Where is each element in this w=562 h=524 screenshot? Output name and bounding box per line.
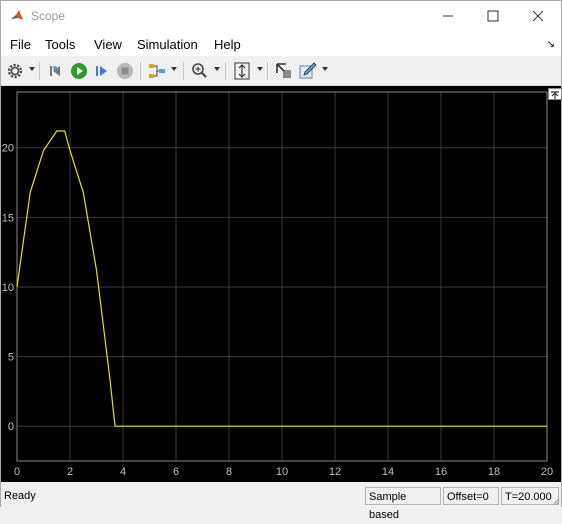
menu-tools[interactable]: Tools bbox=[45, 37, 75, 52]
menu-view[interactable]: View bbox=[94, 37, 122, 52]
signal-selector-dropdown-icon[interactable] bbox=[171, 67, 177, 71]
autoscale-icon bbox=[234, 62, 250, 80]
toolbar bbox=[1, 57, 561, 86]
x-tick-label: 14 bbox=[382, 466, 394, 478]
toolbar-separator bbox=[225, 62, 226, 80]
menu-bar: File Tools View Simulation Help ↘ bbox=[1, 31, 561, 56]
step-back-button[interactable] bbox=[46, 61, 66, 81]
dock-arrow-icon[interactable]: ↘ bbox=[547, 39, 555, 50]
zoom-button[interactable] bbox=[190, 61, 210, 81]
toolbar-separator bbox=[39, 62, 40, 80]
resize-grip-icon[interactable] bbox=[552, 498, 560, 506]
status-sample-mode: Sample based bbox=[365, 487, 441, 521]
zoom-dropdown-icon[interactable] bbox=[214, 67, 220, 71]
x-tick-label: 6 bbox=[173, 466, 179, 478]
minimize-icon bbox=[443, 15, 453, 17]
x-tick-label: 10 bbox=[276, 466, 288, 478]
settings-icon bbox=[7, 63, 23, 79]
settings-dropdown-icon[interactable] bbox=[29, 67, 35, 71]
scope-chart[interactable]: 0 2 4 6 8 10 12 14 16 18 20 0 5 10 15 20 bbox=[1, 86, 561, 482]
close-button[interactable] bbox=[515, 1, 561, 31]
highlight-block-button[interactable] bbox=[274, 61, 294, 81]
y-tick-label: 15 bbox=[2, 212, 14, 224]
x-tick-label: 18 bbox=[488, 466, 500, 478]
stop-button[interactable] bbox=[115, 61, 135, 81]
settings-button[interactable] bbox=[5, 61, 25, 81]
maximize-icon bbox=[487, 10, 499, 22]
status-ready: Ready bbox=[4, 490, 36, 502]
style-dropdown-icon[interactable] bbox=[322, 67, 328, 71]
minimize-button[interactable] bbox=[425, 1, 471, 31]
x-tick-label: 2 bbox=[67, 466, 73, 478]
status-offset: Offset=0 bbox=[443, 487, 499, 505]
menu-file[interactable]: File bbox=[10, 37, 31, 52]
restore-up-icon bbox=[551, 91, 559, 99]
zoom-icon bbox=[192, 63, 207, 78]
toolbar-separator bbox=[183, 62, 184, 80]
menu-simulation[interactable]: Simulation bbox=[137, 37, 198, 52]
y-tick-label: 5 bbox=[8, 352, 14, 364]
expand-legend-button[interactable] bbox=[548, 88, 562, 100]
x-tick-label: 0 bbox=[14, 466, 20, 478]
y-tick-label: 0 bbox=[8, 421, 14, 433]
autoscale-button[interactable] bbox=[232, 61, 252, 81]
window-title: Scope bbox=[31, 9, 66, 23]
status-bar: Ready Sample based Offset=0 T=20.000 bbox=[1, 485, 561, 521]
stop-icon bbox=[117, 63, 133, 79]
x-tick-label: 4 bbox=[120, 466, 126, 478]
status-time: T=20.000 bbox=[501, 487, 559, 505]
highlight-block-icon bbox=[276, 63, 291, 78]
scope-window: Scope File Tools View Simulation Help ↘ bbox=[0, 0, 562, 521]
autoscale-dropdown-icon[interactable] bbox=[257, 67, 263, 71]
title-bar[interactable]: Scope bbox=[1, 1, 561, 31]
step-back-icon bbox=[50, 66, 60, 76]
menu-help[interactable]: Help bbox=[214, 37, 241, 52]
y-tick-label: 10 bbox=[2, 282, 14, 294]
close-icon bbox=[532, 10, 544, 22]
x-tick-label: 8 bbox=[226, 466, 232, 478]
x-tick-label: 20 bbox=[541, 466, 553, 478]
toolbar-separator bbox=[140, 62, 141, 80]
step-forward-icon bbox=[96, 66, 107, 76]
style-button[interactable] bbox=[298, 61, 318, 81]
maximize-button[interactable] bbox=[470, 1, 516, 31]
step-forward-button[interactable] bbox=[92, 61, 112, 81]
x-tick-label: 16 bbox=[435, 466, 447, 478]
signal-selector-icon bbox=[149, 64, 165, 78]
x-tick-label: 12 bbox=[329, 466, 341, 478]
run-button[interactable] bbox=[69, 61, 89, 81]
run-icon bbox=[71, 63, 87, 79]
toolbar-separator bbox=[267, 62, 268, 80]
style-icon bbox=[299, 62, 317, 79]
signal-selector-button[interactable] bbox=[147, 61, 167, 81]
matlab-logo-icon bbox=[11, 10, 23, 20]
y-tick-label: 20 bbox=[2, 143, 14, 155]
